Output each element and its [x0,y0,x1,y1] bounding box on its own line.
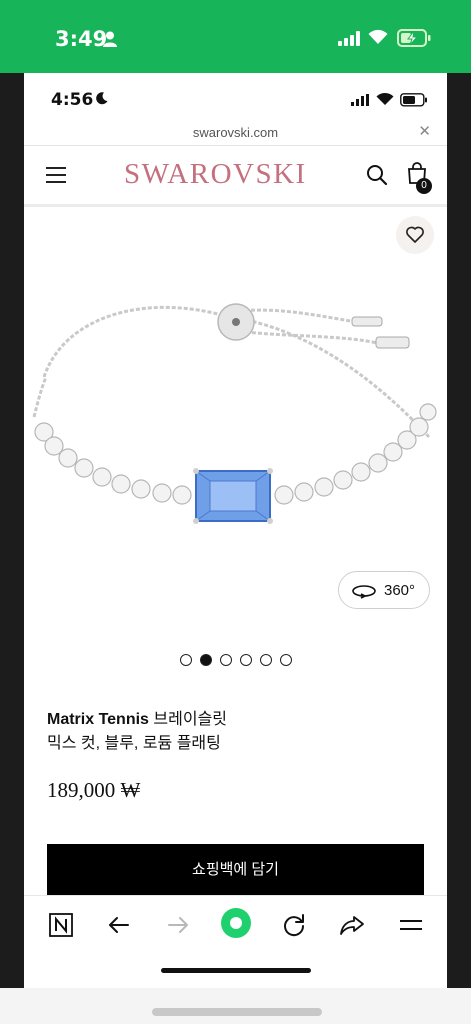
product-price: 189,000 ₩ [47,778,141,802]
address-bar[interactable]: swarovski.com ✕ [24,121,447,145]
browser-toolbar [24,895,447,988]
url-text: swarovski.com [192,125,279,140]
reload-icon[interactable] [279,910,309,940]
share-icon[interactable] [337,910,367,940]
forward-arrow-icon[interactable] [163,910,193,940]
heart-icon [406,226,424,243]
carousel-dot[interactable] [260,654,272,666]
inner-screen: 4:56 swarovski.com ✕ SWAROVSKI 0 360° Ma… [24,73,447,988]
menu-icon[interactable] [396,910,426,940]
view-360-label: 360° [384,582,416,599]
carousel-dot[interactable] [240,654,252,666]
add-to-bag-button[interactable]: 쇼핑백에 담기 [47,844,424,896]
inner-status-time: 4:56 [51,90,94,110]
battery-icon [400,93,427,107]
product-subtitle: 믹스 컷, 블루, 로듐 플래팅 [47,735,221,752]
product-image[interactable] [24,207,447,697]
device-home-bar [152,1008,322,1016]
product-name: Matrix Tennis [47,711,149,728]
device-frame-left [0,73,24,988]
inner-status-bar: 4:56 [24,73,447,121]
carousel-dot[interactable] [200,654,212,666]
signal-icon [351,94,369,106]
battery-charging-icon [397,29,431,47]
device-frame-bottom [0,988,471,1024]
wifi-icon [376,92,394,105]
outer-status-bar: 3:49 [0,0,471,73]
view-360-button[interactable]: 360° [338,571,430,609]
back-arrow-icon[interactable] [104,910,134,940]
device-frame-right [447,73,471,988]
wifi-icon [368,29,388,44]
hamburger-menu-icon[interactable] [46,167,68,185]
carousel-dots [180,654,292,666]
search-icon[interactable] [366,164,388,186]
signal-icon [338,31,360,46]
naver-home-icon[interactable] [46,910,76,940]
cart-count-badge: 0 [416,178,432,194]
site-header: SWAROVSKI 0 [24,146,447,204]
person-icon [103,31,117,47]
outer-status-time: 3:49 [55,27,108,51]
wishlist-button[interactable] [396,216,434,254]
carousel-dot[interactable] [220,654,232,666]
close-icon[interactable]: ✕ [418,123,431,141]
moon-icon [96,92,108,105]
carousel-dot[interactable] [280,654,292,666]
green-dot-icon[interactable] [220,907,252,939]
carousel-dot[interactable] [180,654,192,666]
brand-logo[interactable]: SWAROVSKI [124,158,307,191]
product-category: 브레이슬릿 [153,711,228,728]
bracelet-image [32,303,437,524]
product-title: Matrix Tennis 브레이슬릿 [47,709,227,731]
rotate-360-icon [352,585,376,599]
home-indicator [161,968,311,973]
